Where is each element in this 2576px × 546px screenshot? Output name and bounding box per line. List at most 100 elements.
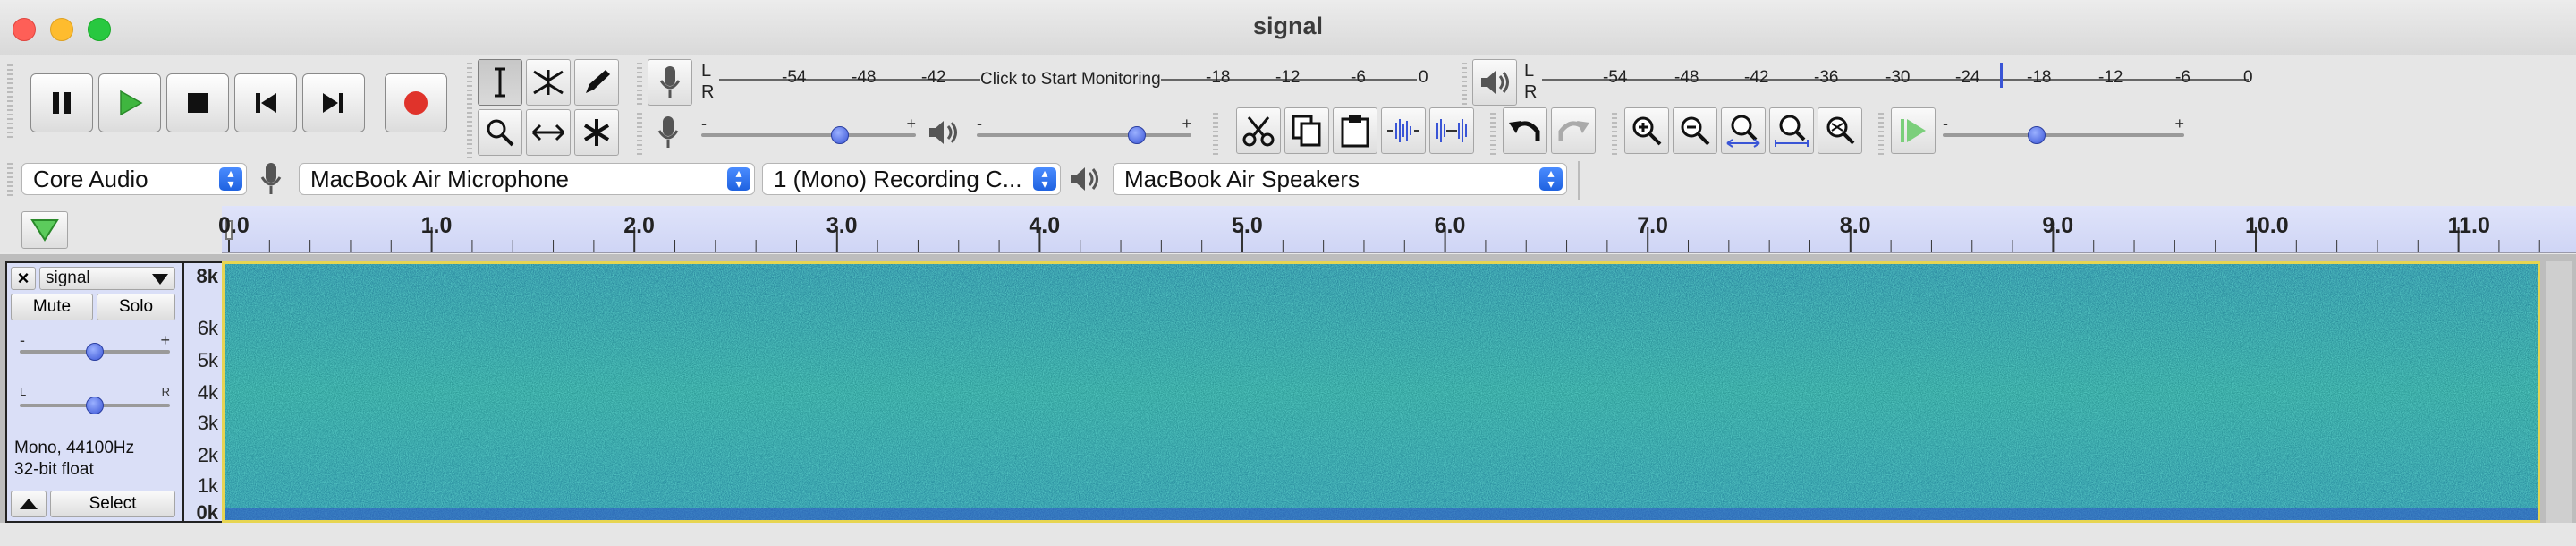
edit-toolbar-grip[interactable] bbox=[1213, 113, 1218, 156]
skip-to-start-button[interactable] bbox=[234, 73, 297, 132]
trim-audio-button[interactable] bbox=[1381, 107, 1426, 154]
play-button[interactable] bbox=[98, 73, 161, 132]
play-at-speed-slider[interactable]: - + bbox=[1943, 115, 2184, 149]
copy-button[interactable] bbox=[1284, 107, 1329, 154]
stop-button[interactable] bbox=[166, 73, 229, 132]
record-button[interactable] bbox=[385, 73, 447, 132]
play-at-speed-thumb[interactable] bbox=[2028, 126, 2046, 144]
record-meter[interactable]: L R -54 -48 -42 Click to Start Monitorin… bbox=[699, 61, 1433, 104]
vertical-scrollbar[interactable] bbox=[2546, 261, 2572, 523]
scissors-icon bbox=[1242, 116, 1275, 147]
play-meter[interactable]: L R -54 -48 -42 -36 -30 -24 -18 -12 -6 0 bbox=[1522, 61, 2265, 104]
track-control-panel: × signal Mute Solo - + L R Mono, 44100Hz… bbox=[5, 261, 184, 523]
time-shift-tool-button[interactable] bbox=[526, 109, 571, 156]
zoom-tool-button[interactable] bbox=[478, 109, 522, 156]
play-at-speed-button[interactable] bbox=[1891, 107, 1936, 154]
gain-thumb[interactable] bbox=[86, 343, 104, 361]
timeline-options-button[interactable] bbox=[21, 211, 68, 249]
timeline-ruler[interactable]: 0.0 1.0 2.0 3.0 4.0 5.0 6.0 7.0 8.0 9.0 10.0 11.0 bbox=[218, 206, 2576, 253]
zoom-out-button[interactable] bbox=[1673, 107, 1717, 154]
frequency-scale: 8k 6k 5k 4k 3k 2k 1k 0k bbox=[184, 261, 222, 524]
playback-device-select[interactable]: MacBook Air Speakers ▴ ▾ bbox=[1113, 163, 1567, 195]
timeline-label: 1.0 bbox=[420, 213, 453, 238]
record-meter-tick: -54 bbox=[782, 68, 807, 87]
pan-right-label: R bbox=[161, 385, 170, 398]
record-meter-right-label: R bbox=[701, 82, 715, 102]
toolbar-area: L R -54 -48 -42 Click to Start Monitorin… bbox=[0, 55, 2576, 206]
play-meter-peak-marker bbox=[2000, 63, 2003, 88]
playback-volume-thumb[interactable] bbox=[1128, 126, 1146, 144]
track-format-line1: Mono, 44100Hz bbox=[14, 439, 135, 457]
timeline-label: 4.0 bbox=[1029, 213, 1061, 238]
copy-icon bbox=[1292, 115, 1321, 147]
recording-device-select[interactable]: MacBook Air Microphone ▴ ▾ bbox=[299, 163, 755, 195]
start-monitoring-text[interactable]: Click to Start Monitoring bbox=[980, 70, 1161, 90]
pause-button[interactable] bbox=[30, 73, 93, 132]
select-track-button[interactable]: Select bbox=[50, 491, 175, 517]
record-volume-plus: + bbox=[906, 115, 916, 132]
mixer-toolbar-grip[interactable] bbox=[637, 113, 642, 156]
track-pan-slider[interactable]: L R bbox=[20, 385, 170, 419]
play-meter-tick: 0 bbox=[2243, 68, 2253, 87]
recording-channels-select[interactable]: 1 (Mono) Recording C... ▴ ▾ bbox=[762, 163, 1061, 195]
record-meter-tick: -6 bbox=[1351, 68, 1366, 87]
spectrogram-view[interactable] bbox=[222, 261, 2540, 523]
mute-button[interactable]: Mute bbox=[11, 294, 93, 320]
window-title: signal bbox=[1252, 13, 1324, 39]
solo-button[interactable]: Solo bbox=[97, 294, 175, 320]
playback-volume-slider[interactable]: - + bbox=[977, 115, 1191, 149]
horizontal-scroll-area[interactable] bbox=[0, 523, 2576, 546]
selection-tool-button[interactable] bbox=[478, 59, 522, 106]
play-at-speed-grip[interactable] bbox=[1878, 113, 1884, 156]
collapse-track-button[interactable] bbox=[11, 491, 47, 517]
timeline-label: 11.0 bbox=[2447, 213, 2490, 238]
microphone-icon bbox=[659, 66, 681, 98]
envelope-tool-icon bbox=[533, 70, 564, 95]
paste-button[interactable] bbox=[1333, 107, 1377, 154]
zoom-in-icon bbox=[1632, 116, 1662, 146]
asterisk-icon bbox=[583, 119, 610, 146]
record-meter-button[interactable] bbox=[648, 59, 692, 106]
zoom-toggle-button[interactable] bbox=[1818, 107, 1862, 154]
multi-tool-button[interactable] bbox=[574, 109, 619, 156]
timeline-ticks bbox=[228, 227, 2540, 252]
undo-toolbar-grip[interactable] bbox=[1490, 113, 1496, 156]
frequency-label: 4k bbox=[197, 381, 218, 404]
chevron-updown-icon: ▴ ▾ bbox=[1033, 166, 1056, 191]
record-volume-minus: - bbox=[701, 115, 707, 132]
timeline-label: 0.0 bbox=[218, 213, 250, 238]
skip-to-end-button[interactable] bbox=[302, 73, 365, 132]
play-meter-tick: -12 bbox=[2098, 68, 2123, 87]
zoom-toolbar-grip[interactable] bbox=[1612, 113, 1617, 156]
zoom-in-button[interactable] bbox=[1624, 107, 1669, 154]
track-menu-button[interactable]: signal bbox=[39, 267, 175, 290]
close-icon: × bbox=[17, 267, 30, 289]
undo-button[interactable] bbox=[1503, 107, 1547, 154]
record-volume-slider[interactable]: - + bbox=[701, 115, 916, 149]
cut-button[interactable] bbox=[1236, 107, 1281, 154]
redo-button[interactable] bbox=[1551, 107, 1596, 154]
tools-toolbar-grip[interactable] bbox=[467, 63, 472, 159]
draw-tool-button[interactable] bbox=[574, 59, 619, 106]
play-meter-button[interactable] bbox=[1472, 59, 1517, 106]
play-meter-grip[interactable] bbox=[1462, 63, 1467, 106]
envelope-tool-button[interactable] bbox=[526, 59, 571, 106]
fit-selection-button[interactable] bbox=[1721, 107, 1766, 154]
device-toolbar-grip[interactable] bbox=[7, 163, 13, 199]
close-track-button[interactable]: × bbox=[11, 267, 36, 290]
play-at-speed-icon bbox=[1901, 119, 1926, 142]
silence-audio-button[interactable] bbox=[1429, 107, 1474, 154]
speaker-icon bbox=[1481, 71, 1509, 94]
record-volume-thumb[interactable] bbox=[831, 126, 849, 144]
recording-device-value: MacBook Air Microphone bbox=[310, 166, 570, 192]
spectrogram-image bbox=[225, 264, 2538, 520]
play-meter-right-label: R bbox=[1524, 82, 1538, 102]
record-meter-tick: -18 bbox=[1206, 68, 1231, 87]
audio-host-select[interactable]: Core Audio ▴ ▾ bbox=[21, 163, 247, 195]
play-meter-tick: -24 bbox=[1955, 68, 1980, 87]
transport-toolbar-grip[interactable] bbox=[7, 64, 13, 141]
pan-thumb[interactable] bbox=[86, 397, 104, 414]
record-meter-grip[interactable] bbox=[637, 63, 642, 106]
track-gain-slider[interactable]: - + bbox=[20, 331, 170, 365]
fit-project-button[interactable] bbox=[1769, 107, 1814, 154]
